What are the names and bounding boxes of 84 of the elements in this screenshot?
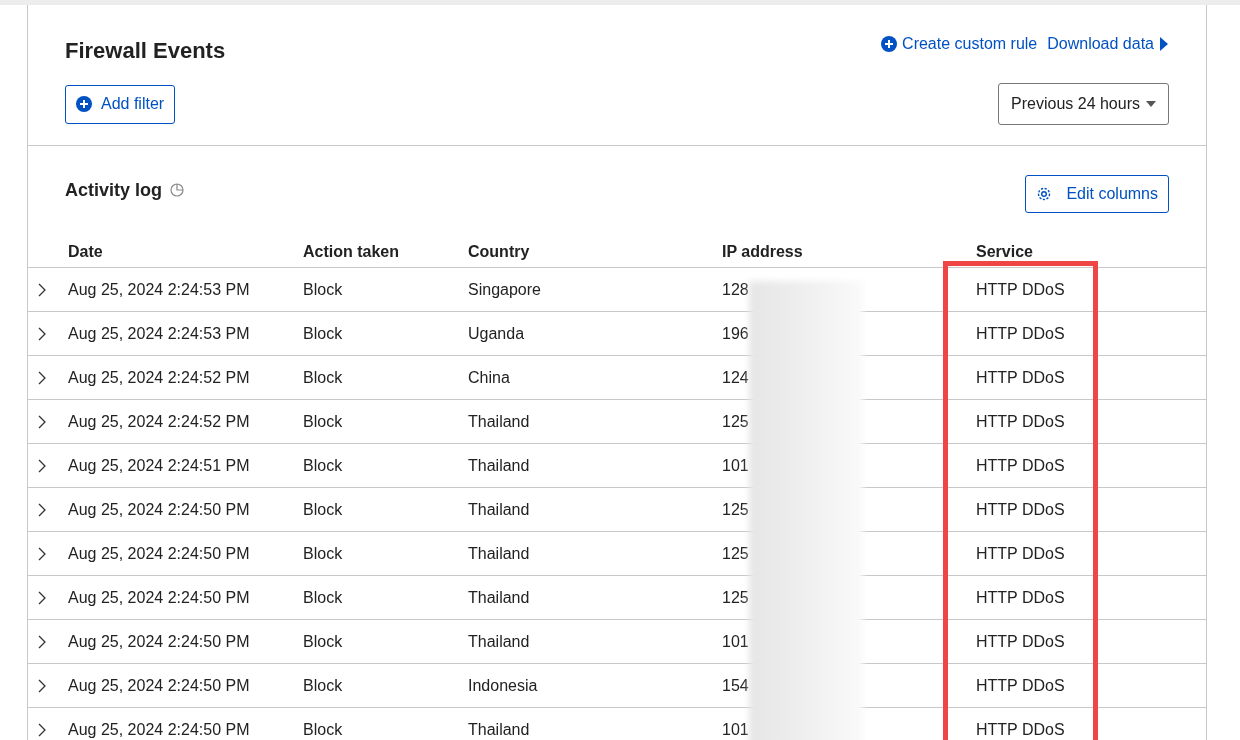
table-cell-text: Block — [303, 456, 344, 475]
table-cell-text: HTTP DDoS — [976, 544, 1066, 563]
chevron-right-icon[interactable] — [38, 458, 46, 473]
table-cell-text: Block — [303, 412, 344, 431]
table-cell-text: Uganda — [468, 324, 526, 343]
table-cell-text: Block — [303, 368, 344, 387]
table-cell-text: Aug 25, 2024 2:24:51 PM — [68, 456, 251, 475]
table-cell-text: 101 — [722, 456, 750, 475]
chevron-right-icon[interactable] — [38, 326, 46, 341]
column-header: Service — [976, 243, 1034, 261]
table-cell-text: Block — [303, 324, 344, 343]
table-cell-text: Indonesia — [468, 676, 539, 695]
chevron-right-icon[interactable] — [38, 502, 46, 517]
pie-chart-icon[interactable] — [170, 183, 184, 197]
table-cell-text: Aug 25, 2024 2:24:52 PM — [68, 368, 251, 387]
plus-circle-icon — [881, 36, 898, 52]
table-cell-text: HTTP DDoS — [976, 720, 1066, 739]
table-cell-text: Aug 25, 2024 2:24:53 PM — [68, 324, 251, 343]
table-cell-text: 128 — [722, 280, 750, 299]
table-cell-text: Block — [303, 720, 344, 739]
table-cell-text: China — [468, 368, 511, 387]
table-cell-text: Singapore — [468, 280, 542, 299]
table-cell-text: Block — [303, 280, 344, 299]
chevron-right-icon[interactable] — [38, 370, 46, 385]
table-cell-text: Thailand — [468, 412, 531, 431]
chevron-right-icon[interactable] — [38, 546, 46, 561]
table-cell-text: 101 — [722, 720, 750, 739]
table-cell-text: Aug 25, 2024 2:24:50 PM — [68, 588, 251, 607]
table-cell-text: HTTP DDoS — [976, 500, 1066, 519]
column-header: Country — [468, 243, 531, 261]
table-cell-text: Thailand — [468, 456, 531, 475]
plus-circle-icon — [76, 96, 92, 112]
table-cell-text: Thailand — [468, 544, 531, 563]
table-cell-text: HTTP DDoS — [976, 676, 1066, 695]
chevron-right-icon[interactable] — [38, 678, 46, 693]
table-cell-text: 101 — [722, 632, 750, 651]
chevron-right-icon[interactable] — [38, 414, 46, 429]
section-title: Activity log — [65, 179, 162, 201]
table-cell-text: HTTP DDoS — [976, 324, 1066, 343]
table-cell-text: 125 — [722, 588, 750, 607]
table-cell-text: Thailand — [468, 720, 531, 739]
table-cell-text: HTTP DDoS — [976, 280, 1066, 299]
add-filter-button[interactable]: Add filter — [65, 84, 176, 124]
time-range-dropdown[interactable]: Previous 24 hours — [998, 83, 1169, 125]
edit-columns-button[interactable]: Edit columns — [1025, 175, 1169, 213]
table-cell-text: Thailand — [468, 588, 531, 607]
table-cell-text: Aug 25, 2024 2:24:50 PM — [68, 500, 251, 519]
table-cell-text: HTTP DDoS — [976, 456, 1066, 475]
table-cell-text: 125 — [722, 500, 750, 519]
table-cell-text: Block — [303, 676, 344, 695]
table-cell-text: Aug 25, 2024 2:24:52 PM — [68, 412, 251, 431]
header-link[interactable]: Download data — [1047, 35, 1169, 53]
table-cell-text: Aug 25, 2024 2:24:50 PM — [68, 544, 251, 563]
chevron-right-icon[interactable] — [38, 282, 46, 297]
table-cell-text: Block — [303, 500, 344, 519]
chevron-right-icon[interactable] — [38, 590, 46, 605]
table-cell-text: Block — [303, 632, 344, 651]
table-cell-text: 125 — [722, 544, 750, 563]
table-cell-text: 124 — [722, 368, 750, 387]
table-cell-text: Aug 25, 2024 2:24:50 PM — [68, 632, 251, 651]
table-cell-text: HTTP DDoS — [976, 632, 1066, 651]
settings-icon — [1036, 186, 1053, 202]
play-icon — [1159, 36, 1169, 52]
header-link[interactable]: Create custom rule — [881, 35, 1038, 53]
table-cell-text: Block — [303, 588, 344, 607]
table-cell-text: HTTP DDoS — [976, 368, 1066, 387]
table-cell-text: 125 — [722, 412, 750, 431]
table-cell-text: HTTP DDoS — [976, 412, 1066, 431]
table-cell-text: HTTP DDoS — [976, 588, 1066, 607]
chevron-right-icon[interactable] — [38, 722, 46, 737]
table-cell-text: 154 — [722, 676, 750, 695]
table-cell-text: Aug 25, 2024 2:24:53 PM — [68, 280, 251, 299]
table-cell-text: Thailand — [468, 500, 531, 519]
table-cell-text: Thailand — [468, 632, 531, 651]
table-cell-text: 196 — [722, 324, 750, 343]
table-cell-text: Aug 25, 2024 2:24:50 PM — [68, 720, 251, 739]
column-header: IP address — [722, 243, 804, 261]
table-cell-text: Block — [303, 544, 344, 563]
caret-icon — [1146, 101, 1156, 107]
chevron-right-icon[interactable] — [38, 634, 46, 649]
page-title: Firewall Events — [65, 38, 226, 64]
column-header: Date — [68, 243, 104, 261]
column-header: Action taken — [303, 243, 400, 261]
table-cell-text: Aug 25, 2024 2:24:50 PM — [68, 676, 251, 695]
